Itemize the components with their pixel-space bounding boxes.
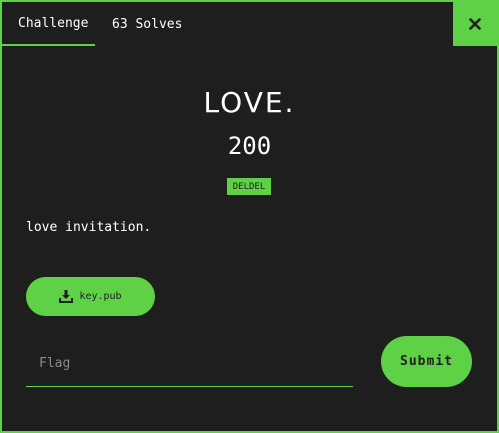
challenge-tag-badge: DELDEL: [227, 178, 271, 195]
challenge-description: love invitation.: [26, 220, 152, 235]
submit-button[interactable]: Submit: [381, 336, 472, 387]
close-icon: [469, 18, 481, 30]
tab-solves-label: 63 Solves: [112, 16, 183, 32]
challenge-title: LOVE.: [203, 86, 296, 119]
file-name-label: key.pub: [79, 291, 122, 302]
flag-input[interactable]: [26, 340, 353, 387]
download-icon: [59, 290, 74, 303]
tab-challenge[interactable]: Challenge: [2, 2, 95, 46]
modal-tabs: Challenge 63 Solves: [2, 2, 182, 48]
tab-solves[interactable]: 63 Solves: [95, 2, 182, 46]
download-file-button[interactable]: key.pub: [26, 277, 155, 316]
challenge-points: 200: [227, 132, 272, 160]
tab-challenge-label: Challenge: [18, 15, 89, 31]
close-button[interactable]: [453, 2, 497, 46]
challenge-modal: Challenge 63 Solves LOVE. 200 DELDEL lov…: [0, 0, 499, 433]
